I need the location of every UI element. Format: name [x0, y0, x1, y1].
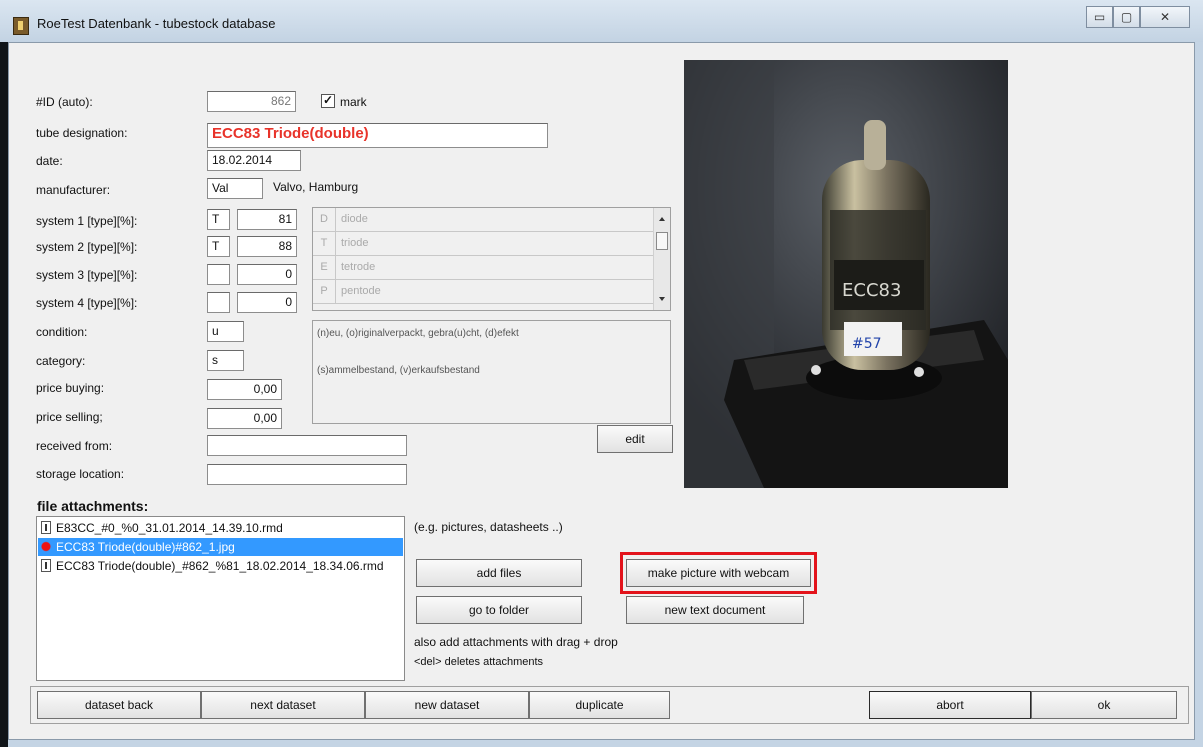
document-icon	[41, 559, 51, 572]
file-attachments-title: file attachments:	[37, 498, 149, 514]
system-4-type-input[interactable]	[207, 292, 230, 313]
category-input[interactable]: s	[207, 350, 244, 371]
tube-photo-image: ECC83 #57	[684, 60, 1008, 488]
system-1-type-input[interactable]: T	[207, 209, 230, 230]
title-bar[interactable]: RoeTest Datenbank - tubestock database ▭…	[0, 0, 1203, 42]
edit-button[interactable]: edit	[597, 425, 673, 453]
image-icon	[41, 540, 51, 553]
storage-location-label: storage location:	[36, 467, 125, 481]
manufacturer-name: Valvo, Hamburg	[273, 180, 359, 194]
manufacturer-label: manufacturer:	[36, 183, 111, 197]
duplicate-button[interactable]: duplicate	[529, 691, 670, 719]
file-name: ECC83 Triode(double)#862_1.jpg	[56, 540, 235, 554]
new-dataset-button[interactable]: new dataset	[365, 691, 529, 719]
system-1-percent-input[interactable]: 81	[237, 209, 297, 230]
go-to-folder-button[interactable]: go to folder	[416, 596, 582, 624]
file-name: E83CC_#0_%0_31.01.2014_14.39.10.rmd	[56, 521, 283, 535]
price-selling-label: price selling;	[36, 410, 103, 424]
date-label: date:	[36, 154, 63, 168]
id-field: 862	[207, 91, 296, 112]
manufacturer-code-input[interactable]: Val	[207, 178, 263, 199]
list-item[interactable]: ECC83 Triode(double)_#862_%81_18.02.2014…	[38, 557, 403, 575]
received-from-input[interactable]	[207, 435, 407, 456]
close-button[interactable]: ✕	[1140, 6, 1190, 28]
delete-hint: <del> deletes attachments	[414, 656, 544, 668]
highlight-box	[620, 552, 817, 594]
next-dataset-button[interactable]: next dataset	[201, 691, 365, 719]
system-type-name: triode	[341, 237, 369, 249]
system-type-row[interactable]: P pentode	[313, 280, 653, 304]
system-type-name: diode	[341, 213, 368, 225]
storage-location-input[interactable]	[207, 464, 407, 485]
system-type-code: D	[313, 208, 336, 231]
system-type-code: E	[313, 256, 336, 279]
condition-hint: (n)eu, (o)riginalverpackt, gebra(u)cht, …	[317, 328, 519, 339]
tube-sticker-text: #57	[852, 336, 882, 352]
file-name: ECC83 Triode(double)_#862_%81_18.02.2014…	[56, 559, 384, 573]
system-type-code: P	[313, 280, 336, 303]
id-label: #ID (auto):	[36, 95, 93, 109]
system-2-type-input[interactable]: T	[207, 236, 230, 257]
window-edge	[0, 42, 8, 747]
system-type-row[interactable]: T triode	[313, 232, 653, 256]
system-3-label: system 3 [type][%]:	[36, 268, 138, 282]
tube-designation-label: tube designation:	[36, 126, 128, 140]
maximize-button[interactable]: ▢	[1113, 6, 1140, 28]
system-type-row[interactable]: E tetrode	[313, 256, 653, 280]
category-label: category:	[36, 354, 86, 368]
minimize-button[interactable]: ▭	[1086, 6, 1113, 28]
system-3-percent-input[interactable]: 0	[237, 264, 297, 285]
scroll-arrows-icon	[659, 217, 665, 301]
system-2-percent-input[interactable]: 88	[237, 236, 297, 257]
app-window: RoeTest Datenbank - tubestock database ▭…	[0, 0, 1203, 747]
category-hint: (s)ammelbestand, (v)erkaufsbestand	[317, 365, 480, 376]
tube-photo: ECC83 #57	[684, 60, 1008, 488]
hint-box: (n)eu, (o)riginalverpackt, gebra(u)cht, …	[312, 320, 671, 424]
tube-label-text: ECC83	[842, 280, 901, 301]
system-type-code: T	[313, 232, 336, 255]
system-type-list[interactable]: D diode T triode E tetrode P pentode	[312, 207, 671, 311]
mark-checkbox[interactable]: ✓	[321, 94, 335, 108]
system-type-scrollbar[interactable]	[653, 208, 670, 310]
system-1-label: system 1 [type][%]:	[36, 214, 138, 228]
system-4-percent-input[interactable]: 0	[237, 292, 297, 313]
system-2-label: system 2 [type][%]:	[36, 240, 138, 254]
condition-label: condition:	[36, 325, 88, 339]
condition-input[interactable]: u	[207, 321, 244, 342]
file-attachment-list[interactable]: E83CC_#0_%0_31.01.2014_14.39.10.rmd ECC8…	[36, 516, 405, 681]
drag-drop-hint: also add attachments with drag + drop	[414, 635, 618, 649]
price-selling-input[interactable]: 0,00	[207, 408, 282, 429]
system-type-name: tetrode	[341, 261, 376, 273]
add-files-button[interactable]: add files	[416, 559, 582, 587]
price-buying-input[interactable]: 0,00	[207, 379, 282, 400]
date-input[interactable]: 18.02.2014	[207, 150, 301, 171]
system-4-label: system 4 [type][%]:	[36, 296, 138, 310]
window-title: RoeTest Datenbank - tubestock database	[37, 16, 276, 31]
dataset-back-button[interactable]: dataset back	[37, 691, 201, 719]
received-from-label: received from:	[36, 439, 113, 453]
system-type-name: pentode	[341, 285, 381, 297]
document-icon	[41, 521, 51, 534]
ok-button[interactable]: ok	[1031, 691, 1177, 719]
app-icon	[13, 17, 29, 35]
list-item[interactable]: ECC83 Triode(double)#862_1.jpg	[38, 538, 403, 556]
attachments-hint: (e.g. pictures, datasheets ..)	[414, 520, 563, 534]
scroll-thumb[interactable]	[656, 232, 668, 250]
mark-label: mark	[340, 95, 367, 109]
price-buying-label: price buying:	[36, 381, 105, 395]
system-type-row[interactable]: D diode	[313, 208, 653, 232]
system-3-type-input[interactable]	[207, 264, 230, 285]
tube-designation-input[interactable]: ECC83 Triode(double)	[207, 123, 548, 148]
list-item[interactable]: E83CC_#0_%0_31.01.2014_14.39.10.rmd	[38, 519, 403, 537]
abort-button[interactable]: abort	[869, 691, 1031, 719]
new-text-document-button[interactable]: new text document	[626, 596, 804, 624]
